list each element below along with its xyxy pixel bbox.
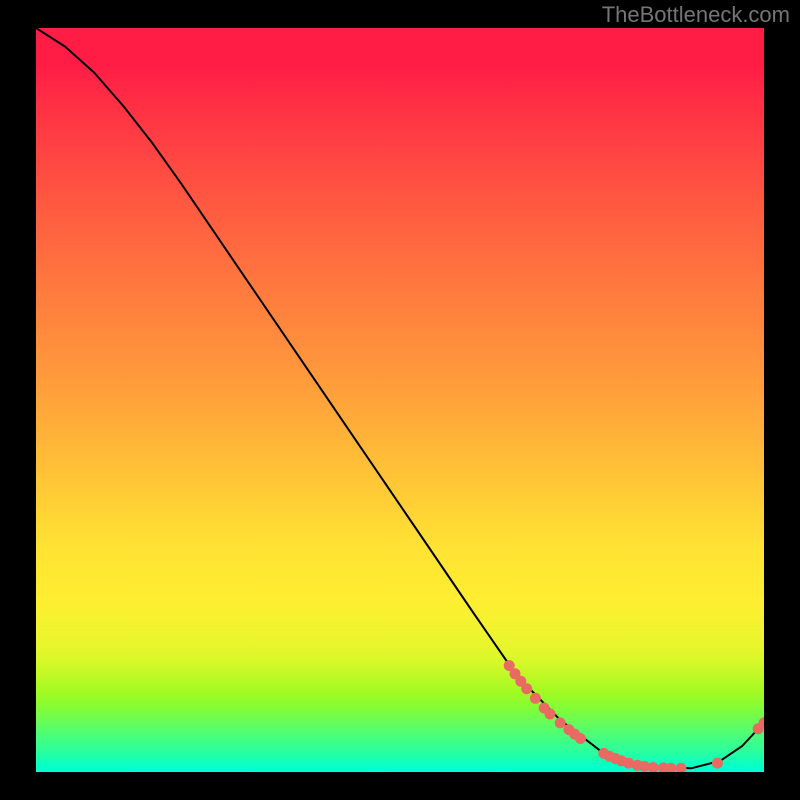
data-point-marker — [521, 683, 532, 694]
data-point-marker — [648, 762, 659, 772]
data-point-marker — [676, 763, 687, 772]
data-point-markers — [504, 660, 764, 772]
plot-overlay-svg — [36, 28, 764, 772]
bottleneck-curve — [36, 28, 764, 768]
plot-area — [36, 28, 764, 772]
data-point-marker — [545, 709, 556, 720]
chart-frame: TheBottleneck.com — [0, 0, 800, 800]
data-point-marker — [575, 733, 586, 744]
data-point-marker — [555, 717, 566, 728]
data-point-marker — [530, 693, 541, 704]
data-point-marker — [712, 758, 723, 769]
watermark-text: TheBottleneck.com — [602, 2, 790, 28]
